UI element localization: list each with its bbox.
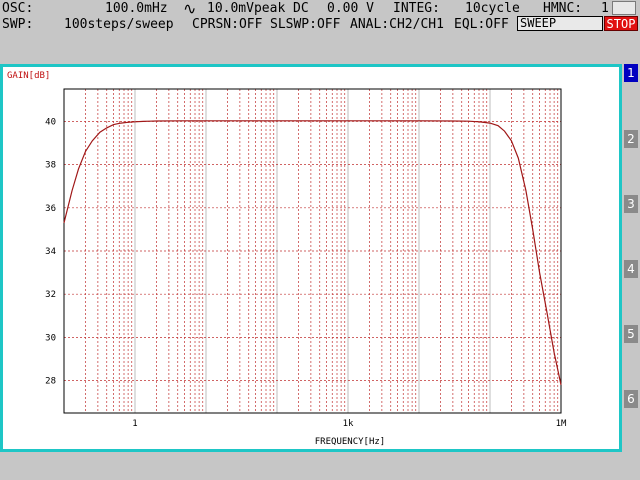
y-tick-label: 32 <box>45 290 56 300</box>
sine-wave-icon: ∿ <box>183 0 197 18</box>
dc-value: 0.00 V <box>327 1 374 16</box>
cprsn-setting: CPRSN:OFF <box>192 17 263 32</box>
x-tick-label: 1 <box>132 419 137 429</box>
hmnc-value: 1 <box>601 1 609 16</box>
stop-button[interactable]: STOP <box>604 16 638 31</box>
y-tick-label: 34 <box>45 247 56 257</box>
swp-value: 100steps/sweep <box>64 17 174 32</box>
integ-label: INTEG: <box>393 1 440 16</box>
side-tab-5[interactable]: 5 <box>624 325 638 343</box>
osc-frequency: 100.0mHz <box>105 1 168 16</box>
anal-setting: ANAL:CH2/CH1 <box>350 17 444 32</box>
osc-label: OSC: <box>2 1 34 16</box>
slswp-setting: SLSWP:OFF <box>270 17 341 32</box>
y-axis-label: GAIN[dB] <box>7 71 50 81</box>
side-tab-4[interactable]: 4 <box>624 260 638 278</box>
y-tick-label: 30 <box>45 333 56 343</box>
y-tick-label: 28 <box>45 377 56 387</box>
x-tick-label: 1M <box>556 419 567 429</box>
x-axis-label: FREQUENCY[Hz] <box>315 437 385 447</box>
side-tab-1[interactable]: 1 <box>624 64 638 82</box>
gain-frequency-chart: GAIN[dB] FREQUENCY[Hz] 28 30 32 34 36 38 40 1 1k… <box>7 71 567 447</box>
eql-setting: EQL:OFF <box>454 17 509 32</box>
grid-lines <box>64 89 561 413</box>
y-tick-label: 38 <box>45 161 56 171</box>
integ-value: 10cycle <box>465 1 520 16</box>
y-tick-label: 36 <box>45 204 56 214</box>
hmnc-label: HMNC: <box>543 1 583 16</box>
side-tab-3[interactable]: 3 <box>624 195 638 213</box>
x-tick-label: 1k <box>343 419 354 429</box>
status-bar: OSC: 100.0mHz ∿ 10.0mVpeak DC 0.00 V INT… <box>0 0 640 34</box>
tick-labels: 28 30 32 34 36 38 40 1 1k 1M <box>45 117 567 429</box>
sweep-button[interactable]: SWEEP <box>517 16 603 31</box>
y-tick-label: 40 <box>45 117 56 127</box>
swp-label: SWP: <box>2 17 34 32</box>
side-tab-6[interactable]: 6 <box>624 390 638 408</box>
osc-amplitude: 10.0mVpeak <box>207 1 286 16</box>
hmnc-field[interactable] <box>612 1 636 15</box>
dc-label: DC <box>293 1 309 16</box>
side-tab-2[interactable]: 2 <box>624 130 638 148</box>
